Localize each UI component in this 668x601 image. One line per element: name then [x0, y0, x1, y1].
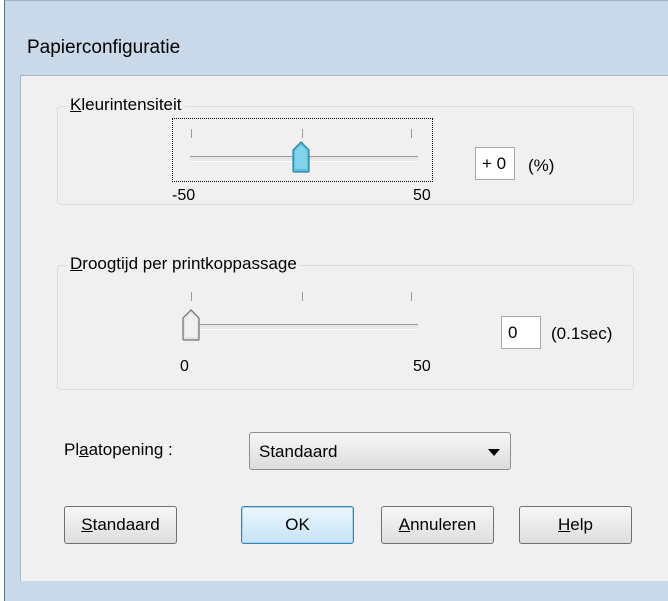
drying-time-input[interactable]: 0	[501, 316, 541, 349]
platen-gap-selected-value: Standaard	[259, 442, 338, 461]
drying-time-slider-thumb[interactable]	[182, 309, 200, 341]
platen-gap-select[interactable]: Standaard	[249, 432, 511, 470]
slider-tick	[191, 129, 192, 138]
drying-time-unit: (0.1sec)	[551, 324, 613, 343]
window-title: Papierconfiguratie	[27, 37, 181, 58]
color-intensity-input[interactable]: + 0	[475, 147, 515, 180]
title-bar[interactable]: Papierconfiguratie	[5, 1, 668, 73]
help-button[interactable]: Help	[519, 506, 632, 544]
drying-time-min-label: 0	[180, 358, 189, 375]
color-intensity-unit: (%)	[528, 156, 555, 175]
platen-gap-label: Plaatopening :	[64, 440, 173, 459]
drying-time-group: Droogtijd per printkoppassage 0 50 0 (0.…	[57, 254, 634, 390]
drying-time-max-label: 50	[413, 358, 431, 375]
slider-tick	[302, 292, 303, 301]
color-intensity-min-label: -50	[172, 187, 196, 204]
standard-button[interactable]: Standaard	[64, 506, 177, 544]
slider-tick	[411, 129, 412, 138]
slider-tick	[411, 292, 412, 301]
ok-button[interactable]: OK	[241, 506, 354, 544]
dropdown-arrow-icon	[488, 449, 500, 456]
color-intensity-max-label: 50	[413, 187, 431, 204]
slider-tick	[191, 292, 192, 301]
color-intensity-group: Kleurintensiteit -50 50 + 0 (%)	[57, 95, 634, 205]
drying-time-label: Droogtijd per printkoppassage	[67, 254, 300, 274]
dialog-client-area: Kleurintensiteit -50 50 + 0 (%) Droogtij…	[20, 75, 668, 581]
drying-time-slider-track[interactable]	[190, 324, 418, 330]
slider-tick	[302, 129, 303, 138]
color-intensity-slider-thumb[interactable]	[292, 141, 310, 173]
color-intensity-label: Kleurintensiteit	[67, 95, 185, 115]
cancel-button[interactable]: Annuleren	[381, 506, 494, 544]
dialog-window: Papierconfiguratie Kleurintensiteit -50 …	[4, 0, 668, 601]
